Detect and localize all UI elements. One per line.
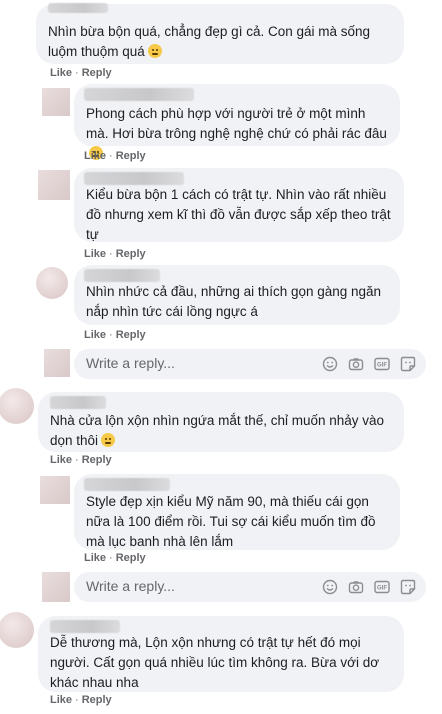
comment-text: Style đẹp xịn kiểu Mỹ năm 90, mà thiếu c… — [86, 494, 376, 549]
avatar[interactable] — [0, 388, 34, 424]
like-link[interactable]: Like — [84, 248, 106, 260]
like-link[interactable]: Like — [50, 454, 72, 466]
reply-link[interactable]: Reply — [116, 150, 146, 162]
action-separator: · — [75, 454, 79, 466]
comment-actions: Like · Reply — [84, 329, 146, 341]
like-link[interactable]: Like — [84, 150, 106, 162]
avatar[interactable] — [40, 476, 70, 504]
reply-input[interactable] — [86, 578, 306, 594]
commenter-name[interactable] — [84, 478, 170, 491]
avatar[interactable] — [42, 88, 70, 116]
comment-text: Dễ thương mà, Lộn xộn nhưng có trật tự h… — [50, 635, 380, 690]
comment-text: Nhìn bừa bộn quá, chẳng đẹp gì cả. Con g… — [48, 24, 371, 59]
like-link[interactable]: Like — [84, 552, 106, 564]
action-separator: · — [109, 329, 113, 341]
commenter-name[interactable] — [84, 269, 160, 282]
gif-icon[interactable]: GIF — [374, 579, 390, 595]
camera-icon[interactable] — [348, 579, 364, 595]
action-separator: · — [75, 694, 79, 706]
comment-text: Kiểu bừa bộn 1 cách có trật tự. Nhìn vào… — [86, 187, 391, 242]
emoji-icon[interactable] — [322, 579, 338, 595]
confused-face-emoji-icon — [101, 433, 116, 447]
comment-text: Nhìn nhức cả đầu, những ai thích gọn gàn… — [86, 284, 382, 319]
avatar[interactable] — [36, 267, 68, 299]
comment-bubble: Nhìn nhức cả đầu, những ai thích gọn gàn… — [74, 265, 400, 325]
comment-actions: Like · Reply — [84, 150, 146, 162]
reply-link[interactable]: Reply — [82, 694, 112, 706]
camera-icon[interactable] — [348, 356, 364, 372]
action-separator: · — [109, 248, 113, 260]
comment-actions: Like · Reply — [84, 552, 146, 564]
avatar — [42, 572, 70, 602]
comment-actions: Like · Reply — [50, 67, 112, 79]
svg-text:GIF: GIF — [377, 363, 387, 369]
commenter-name[interactable] — [50, 396, 106, 409]
reply-input-box[interactable]: GIF — [74, 572, 426, 602]
comment-text: Nhà cửa lộn xộn nhìn ngứa mắt thế, chỉ m… — [50, 413, 385, 448]
emoji-icon[interactable] — [322, 356, 338, 372]
like-link[interactable]: Like — [84, 329, 106, 341]
reply-input-box[interactable]: GIF — [74, 349, 426, 379]
gif-icon[interactable]: GIF — [374, 356, 390, 372]
sad-face-emoji-icon — [147, 44, 162, 58]
comment-bubble: Phong cách phù hợp với người trẻ ở một m… — [74, 84, 400, 160]
avatar[interactable] — [38, 170, 70, 200]
like-link[interactable]: Like — [50, 694, 72, 706]
comment-actions: Like · Reply — [84, 248, 146, 260]
comment-bubble: Style đẹp xịn kiểu Mỹ năm 90, mà thiếu c… — [74, 474, 400, 550]
reply-link[interactable]: Reply — [82, 67, 112, 79]
comment-actions: Like · Reply — [50, 454, 112, 466]
svg-text:GIF: GIF — [377, 586, 387, 592]
action-separator: · — [75, 67, 79, 79]
comment-actions: Like · Reply — [50, 694, 112, 706]
comment-bubble: Nhà cửa lộn xộn nhìn ngứa mắt thế, chỉ m… — [38, 392, 404, 452]
commenter-name[interactable] — [48, 3, 108, 13]
comment-bubble: Dễ thương mà, Lộn xộn nhưng có trật tự h… — [38, 616, 404, 692]
reply-link[interactable]: Reply — [116, 248, 146, 260]
commenter-name[interactable] — [84, 88, 194, 101]
avatar — [44, 349, 70, 377]
commenter-name[interactable] — [84, 172, 184, 185]
reply-input[interactable] — [86, 355, 306, 371]
avatar[interactable] — [0, 612, 34, 648]
sticker-icon[interactable] — [400, 579, 416, 595]
commenter-name[interactable] — [50, 620, 120, 633]
action-separator: · — [109, 150, 113, 162]
reply-tools: GIF — [322, 579, 416, 595]
comment-bubble: Kiểu bừa bộn 1 cách có trật tự. Nhìn vào… — [74, 168, 404, 242]
like-link[interactable]: Like — [50, 67, 72, 79]
sticker-icon[interactable] — [400, 356, 416, 372]
action-separator: · — [109, 552, 113, 564]
reply-link[interactable]: Reply — [116, 552, 146, 564]
reply-tools: GIF — [322, 356, 416, 372]
reply-link[interactable]: Reply — [116, 329, 146, 341]
comment-bubble: Nhìn bừa bộn quá, chẳng đẹp gì cả. Con g… — [36, 3, 404, 64]
reply-link[interactable]: Reply — [82, 454, 112, 466]
